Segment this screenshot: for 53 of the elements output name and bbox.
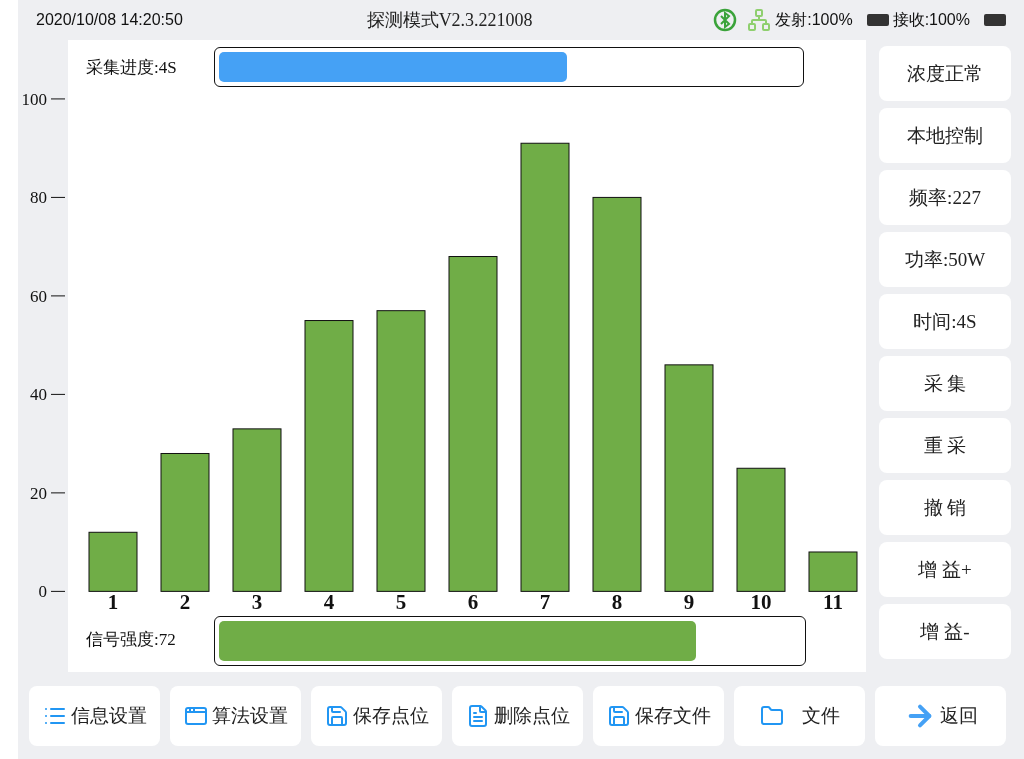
y-axis-tick: 20 bbox=[30, 483, 66, 503]
side-button[interactable]: 撤 销 bbox=[879, 480, 1011, 535]
toolbar-button[interactable]: 信息设置 bbox=[29, 686, 160, 746]
y-axis-tick: 80 bbox=[30, 188, 66, 208]
toolbar-icon bbox=[324, 704, 349, 728]
side-button[interactable]: 采 集 bbox=[879, 356, 1011, 411]
y-tick-label: 80 bbox=[30, 188, 47, 208]
toolbar-button[interactable]: 保存文件 bbox=[593, 686, 724, 746]
side-button[interactable]: 增 益+ bbox=[879, 542, 1011, 597]
chart-bar bbox=[88, 531, 138, 592]
x-axis-label: 1 bbox=[107, 590, 119, 614]
y-axis-tick: 60 bbox=[30, 286, 66, 306]
side-button[interactable]: 频率:227 bbox=[879, 170, 1011, 225]
x-axis-label: 11 bbox=[823, 590, 843, 614]
window-title: 探测模式V2.3.221008 bbox=[365, 9, 534, 32]
side-button[interactable]: 浓度正常 bbox=[879, 46, 1011, 101]
x-axis-label: 6 bbox=[467, 590, 479, 614]
toolbar-button[interactable]: 算法设置 bbox=[170, 686, 301, 746]
toolbar-icon bbox=[183, 704, 208, 728]
y-tick-label: 20 bbox=[30, 483, 47, 503]
x-axis-label: 10 bbox=[750, 590, 772, 614]
y-tick-label: 40 bbox=[30, 385, 47, 405]
side-button[interactable]: 本地控制 bbox=[879, 108, 1011, 163]
back-button[interactable]: 返回 bbox=[875, 686, 1006, 746]
x-axis-label: 9 bbox=[683, 590, 695, 614]
y-tick-label: 60 bbox=[30, 286, 47, 306]
progress-label: 采集进度:4S bbox=[86, 56, 178, 79]
transmit-status: 发射:100% bbox=[775, 9, 853, 30]
toolbar-button[interactable]: 保存点位 bbox=[311, 686, 442, 746]
x-axis-label: 3 bbox=[251, 590, 263, 614]
x-axis-label: 5 bbox=[395, 590, 407, 614]
x-axis-label: 8 bbox=[611, 590, 623, 614]
x-axis-label: 7 bbox=[539, 590, 551, 614]
side-button[interactable]: 功率:50W bbox=[879, 232, 1011, 287]
date-time: 2020/10/08 14:20:50 bbox=[36, 11, 184, 29]
toolbar-icon bbox=[759, 704, 784, 728]
signal-label: 信号强度:72 bbox=[86, 629, 177, 651]
side-button[interactable]: 时间:4S bbox=[879, 294, 1011, 349]
x-axis-label: 4 bbox=[323, 590, 335, 614]
x-axis-label: 2 bbox=[179, 590, 191, 614]
y-tick-label: 0 bbox=[38, 582, 47, 602]
toolbar-button[interactable]: 删除点位 bbox=[452, 686, 583, 746]
toolbar-icon bbox=[606, 704, 631, 728]
receive-status: 接收:100% bbox=[892, 9, 970, 30]
side-button[interactable]: 重 采 bbox=[879, 418, 1011, 473]
battery-icon bbox=[866, 14, 889, 26]
chart-bar bbox=[808, 551, 858, 592]
toolbar-button[interactable]: 文件 bbox=[734, 686, 865, 746]
battery-icon bbox=[984, 14, 1006, 26]
side-button[interactable]: 增 益- bbox=[879, 604, 1011, 659]
y-axis-tick: 40 bbox=[30, 385, 66, 405]
y-axis-tick: 0 bbox=[38, 582, 66, 602]
network-icon bbox=[747, 8, 772, 32]
